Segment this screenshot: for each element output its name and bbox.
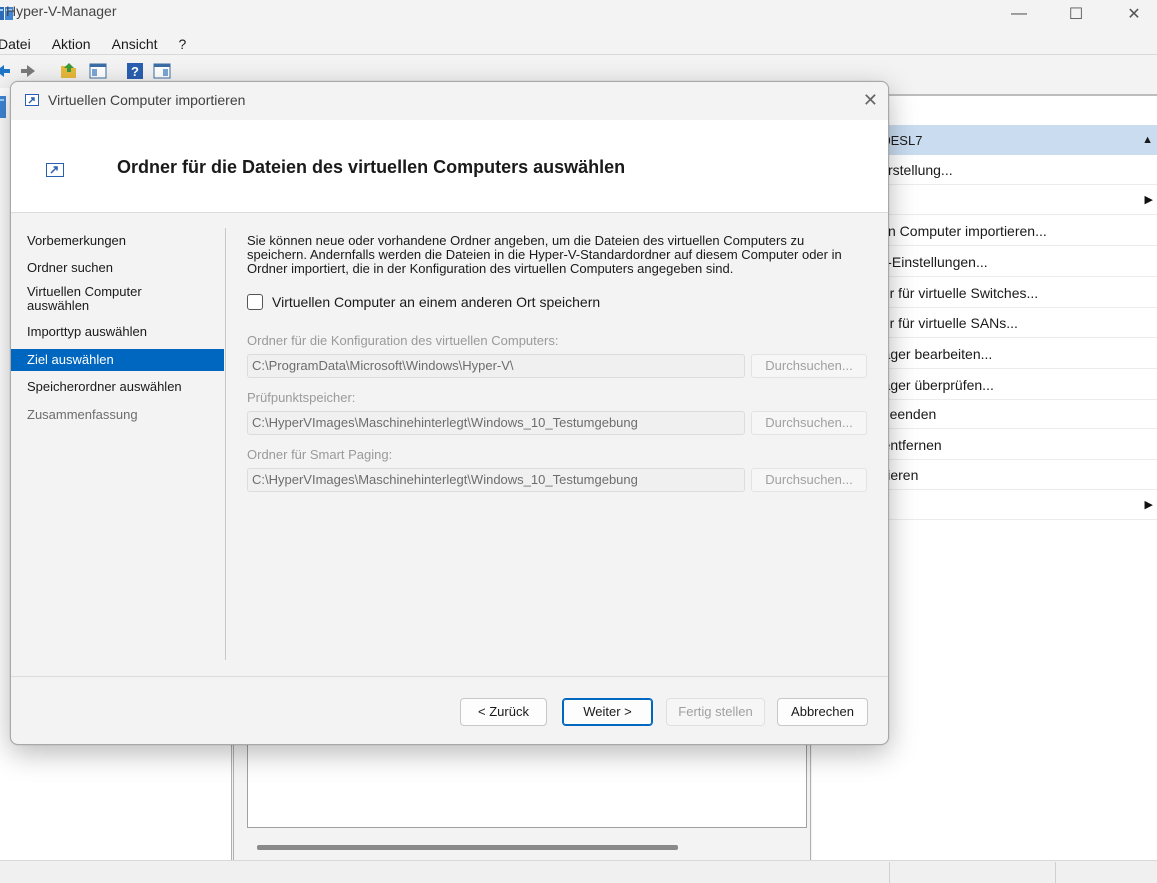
checkpoint-store-input[interactable]: C:\HyperVImages\Maschinehinterlegt\Windo… [247,411,745,435]
forward-arrow-icon[interactable] [19,62,37,80]
action-item-label: träger bearbeiten... [874,346,993,362]
page-heading: Ordner für die Dateien des virtuellen Co… [117,157,626,177]
wizard-step[interactable]: Importtyp auswählen [11,325,224,339]
back-arrow-icon[interactable] [0,62,12,80]
menu-datei[interactable]: Datei [0,36,31,52]
action-item-label: -V-Einstellungen... [874,254,988,270]
checkpoint-store-browse-button[interactable]: Durchsuchen... [751,411,867,435]
menubar: Datei Aktion Ansicht ? [0,33,1157,55]
main-titlebar: Hyper-V-Manager — ☐ ✕ [0,0,1157,28]
wizard-step[interactable]: Vorbemerkungen [11,234,224,248]
wizard-step[interactable]: Ordner suchen [11,261,224,275]
wizard-step[interactable]: Virtuellen Computer auswählen [11,285,161,313]
footer-divider [11,676,888,677]
wizard-step[interactable]: Ziel auswählen [11,349,224,371]
show-hide-action-pane-icon[interactable] [153,62,171,80]
menu-help[interactable]: ? [179,36,187,52]
status-separator [1055,862,1056,883]
import-header-icon [46,163,64,177]
config-folder-label: Ordner für die Konfiguration des virtuel… [247,333,559,348]
next-button[interactable]: Weiter > [562,698,653,726]
store-elsewhere-checkbox-row[interactable]: Virtuellen Computer an einem anderen Ort… [247,294,600,310]
finish-button[interactable]: Fertig stellen [666,698,765,726]
menu-ansicht[interactable]: Ansicht [112,36,158,52]
nav-divider [225,228,226,660]
store-elsewhere-checkbox[interactable] [247,294,263,310]
dialog-header: Ordner für die Dateien des virtuellen Co… [11,120,888,213]
wizard-step[interactable]: Speicherordner auswählen [11,380,224,394]
config-folder-browse-button[interactable]: Durchsuchen... [751,354,867,378]
wizard-step[interactable]: Zusammenfassung [11,408,224,422]
description-text: Sie können neue oder vorhandene Ordner a… [247,233,842,276]
submenu-arrow-icon: ▶ [1144,194,1153,206]
action-item-label: träger überprüfen... [874,377,994,393]
menu-aktion[interactable]: Aktion [52,36,91,52]
maximize-button[interactable]: ☐ [1053,0,1099,28]
store-elsewhere-label[interactable]: Virtuellen Computer an einem anderen Ort… [272,294,600,310]
smart-paging-input[interactable]: C:\HyperVImages\Maschinehinterlegt\Windo… [247,468,745,492]
action-item-label: ger für virtuelle SANs... [874,315,1018,331]
help-icon[interactable]: ? [126,62,144,80]
smart-paging-browse-button[interactable]: Durchsuchen... [751,468,867,492]
dialog-title: Virtuellen Computer importieren [48,92,246,108]
dialog-titlebar: Virtuellen Computer importieren ✕ [11,82,888,120]
details-panel [247,742,807,828]
back-button[interactable]: < Zurück [460,698,547,726]
close-button[interactable]: ✕ [1111,0,1157,28]
minimize-button[interactable]: — [996,0,1042,28]
window-title: Hyper-V-Manager [6,3,117,19]
statusbar [0,860,1157,883]
import-icon [25,94,39,106]
collapse-arrow-icon[interactable]: ▲ [1142,134,1153,146]
smart-paging-label: Ordner für Smart Paging: [247,447,393,462]
submenu-arrow-icon: ▶ [1144,499,1153,511]
action-item-label: ger für virtuelle Switches... [874,285,1039,301]
dialog-close-icon[interactable]: ✕ [863,90,878,111]
show-hide-tree-icon[interactable] [89,62,107,80]
import-vm-dialog: Virtuellen Computer importieren ✕ Ordner… [10,81,889,745]
action-item-label: llen Computer importieren... [874,223,1047,239]
config-folder-input[interactable]: C:\ProgramData\Microsoft\Windows\Hyper-V… [247,354,745,378]
checkpoint-store-label: Prüfpunktspeicher: [247,390,356,405]
cancel-button[interactable]: Abbrechen [777,698,868,726]
status-separator [889,862,890,883]
folder-up-icon[interactable] [60,62,78,80]
svg-text:?: ? [131,64,139,79]
server-icon [0,96,6,118]
horizontal-scrollbar[interactable] [257,845,678,850]
